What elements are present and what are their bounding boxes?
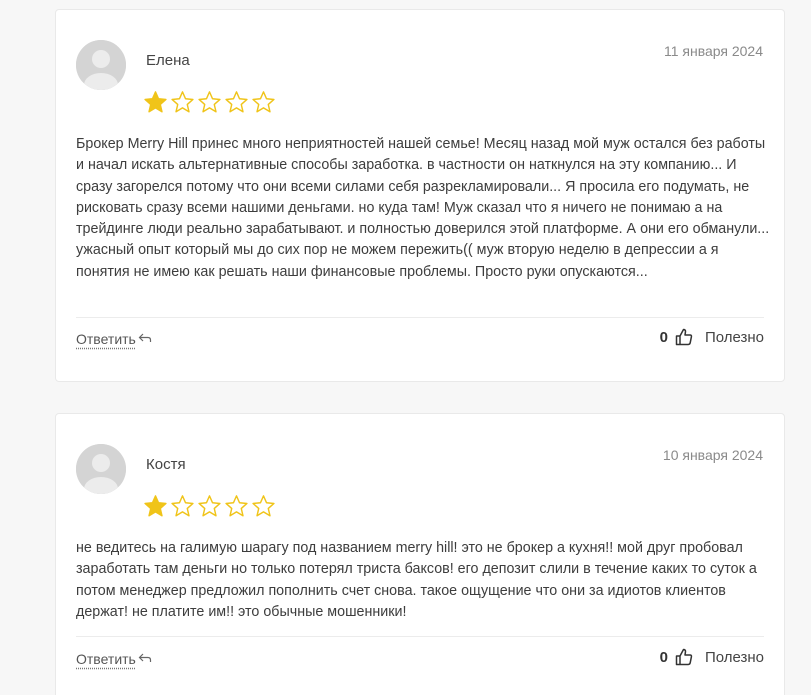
star-rating: [143, 90, 276, 115]
star-empty-icon: [198, 495, 221, 517]
reply-label: Ответить: [76, 331, 136, 347]
helpful-section: 0 Полезно: [660, 328, 764, 346]
review-card: Костя 10 января 2024 не ведитесь на гали…: [55, 413, 785, 695]
helpful-label: Полезно: [704, 648, 764, 666]
user-placeholder-icon: [76, 40, 126, 90]
star-empty-icon: [252, 91, 275, 113]
star-empty-icon: [252, 495, 275, 517]
helpful-count: 0: [659, 328, 668, 346]
star-empty-icon: [198, 91, 221, 113]
thumbs-up-icon[interactable]: [675, 648, 693, 666]
helpful-section: 0 Полезно: [660, 648, 764, 666]
star-empty-icon: [171, 91, 194, 113]
helpful-label: Полезно: [704, 328, 764, 346]
reply-arrow-icon: [138, 651, 152, 667]
star-empty-icon: [171, 495, 194, 517]
thumbs-up-icon[interactable]: [675, 328, 693, 346]
divider: [76, 636, 764, 637]
reply-button[interactable]: Ответить: [76, 651, 152, 667]
reply-button[interactable]: Ответить: [76, 331, 152, 347]
divider: [76, 317, 764, 318]
reply-label: Ответить: [76, 651, 136, 667]
reply-arrow-icon: [138, 331, 152, 347]
review-author: Елена: [146, 52, 190, 69]
star-empty-icon: [225, 495, 248, 517]
review-date: 10 января 2024: [662, 447, 763, 463]
star-rating: [143, 494, 276, 519]
star-empty-icon: [225, 91, 248, 113]
review-text: не ведитесь на галимую шарагу под назван…: [76, 540, 757, 620]
review-author: Костя: [146, 456, 186, 473]
star-filled-icon: [144, 91, 167, 113]
helpful-count: 0: [659, 648, 668, 666]
avatar: [76, 444, 126, 494]
star-filled-icon: [144, 495, 167, 517]
review-card: Елена 11 января 2024 Брокер Merry Hill п…: [55, 9, 785, 382]
avatar: [76, 40, 126, 90]
review-date: 11 января 2024: [663, 43, 763, 59]
user-placeholder-icon: [76, 444, 126, 494]
review-text: Брокер Merry Hill принес много неприятно…: [76, 136, 770, 280]
